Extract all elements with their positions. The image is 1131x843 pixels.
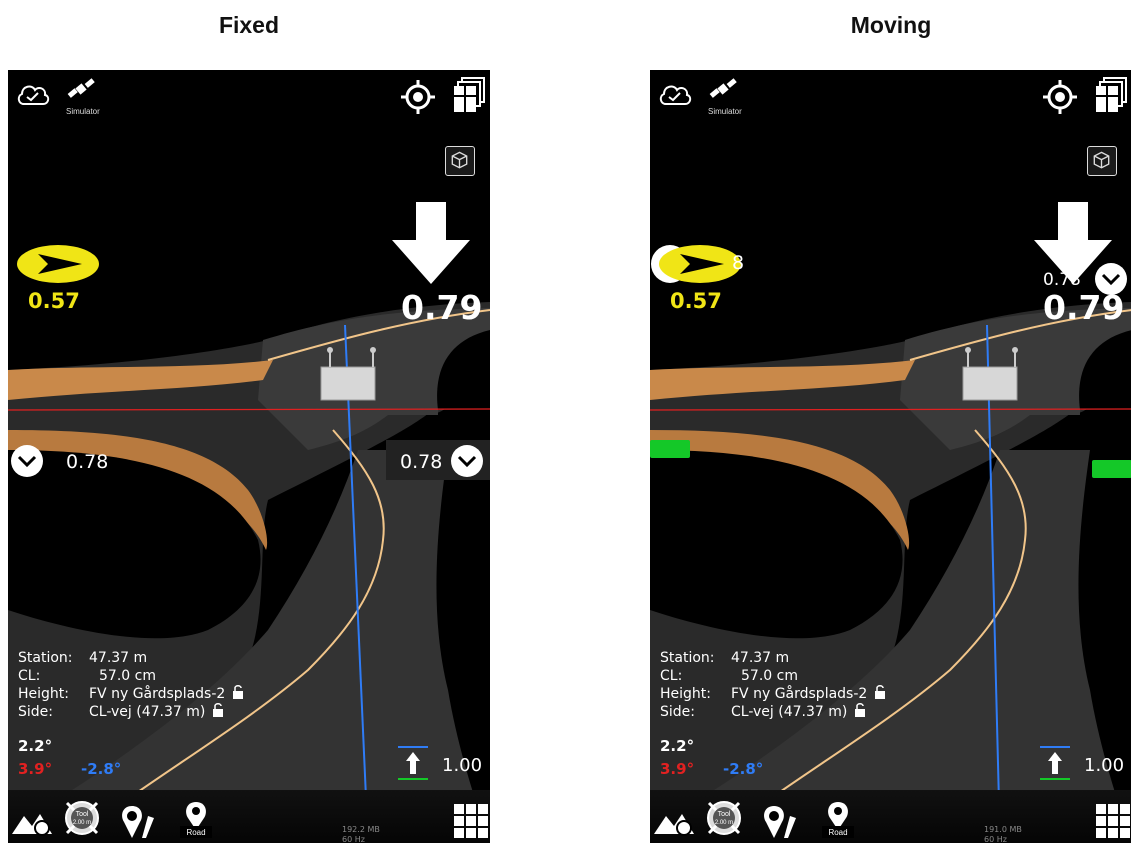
tool-label: Tool xyxy=(718,811,731,818)
app-screen-fixed: Simulator 0.79 0.57 0.78 0.78 Station: 4… xyxy=(8,70,490,843)
chevron-down-icon[interactable] xyxy=(450,444,484,478)
scale-up-icon[interactable] xyxy=(396,744,430,782)
memory-stats: 191.0 MB 60 Hz xyxy=(984,825,1022,843)
down-arrow-icon xyxy=(392,202,470,284)
simulator-label: Simulator xyxy=(708,107,742,116)
overlap-value: 0.78 xyxy=(1043,270,1081,290)
grid-menu-icon[interactable] xyxy=(454,804,488,838)
road-icon[interactable]: Road xyxy=(174,800,218,838)
layers-icon[interactable] xyxy=(452,76,486,114)
tool-label: Tool xyxy=(76,811,89,818)
right-grade-marker xyxy=(1092,460,1131,478)
station-label: Station: xyxy=(18,650,73,666)
tool-icon[interactable]: Tool 2.00 m xyxy=(64,800,100,836)
height-offset-value: 0.79 xyxy=(1043,288,1125,327)
scale-up-icon[interactable] xyxy=(1038,744,1072,782)
overlap-left-value: 8 xyxy=(732,252,745,274)
slope-top-value: 2.2° xyxy=(660,737,695,755)
road-label: Road xyxy=(828,828,847,837)
info-panel: Station: 47.37 m CL: 57.0 cm Height: FV ny … xyxy=(660,649,887,721)
unlock-icon[interactable] xyxy=(873,685,887,699)
cl-label: CL: xyxy=(660,668,683,684)
slope-red-value: 3.9° xyxy=(660,760,695,778)
left-grade-marker xyxy=(650,440,690,458)
side-value: CL-vej (47.37 m) xyxy=(731,704,848,720)
side-label: Side: xyxy=(18,704,53,720)
simulator-label: Simulator xyxy=(66,107,100,116)
chevron-down-icon[interactable] xyxy=(10,444,44,478)
cloud-check-icon[interactable] xyxy=(658,80,692,106)
slope-red-value: 3.9° xyxy=(18,760,53,778)
satellite-icon[interactable] xyxy=(66,76,96,104)
unlock-icon[interactable] xyxy=(231,685,245,699)
height-label: Height: xyxy=(660,686,711,702)
unlock-icon[interactable] xyxy=(853,703,867,717)
target-icon[interactable] xyxy=(401,80,435,114)
layers-icon[interactable] xyxy=(1094,76,1128,114)
station-value: 47.37 m xyxy=(89,650,148,666)
direction-arrow-icon[interactable] xyxy=(658,244,742,284)
side-value: CL-vej (47.37 m) xyxy=(89,704,206,720)
unlock-icon[interactable] xyxy=(211,703,225,717)
right-side-value: 0.78 xyxy=(400,451,443,473)
satellite-icon[interactable] xyxy=(708,76,738,104)
station-value: 47.37 m xyxy=(731,650,790,666)
app-screen-moving: Simulator 0.78 0.79 8 0.57 Station: 47.3… xyxy=(650,70,1131,843)
slope-blue-value: -2.8° xyxy=(723,760,764,778)
terrain-icon[interactable] xyxy=(654,804,694,838)
road-label: Road xyxy=(186,828,205,837)
height-value: FV ny Gårdsplads-2 xyxy=(89,686,226,702)
3d-scene[interactable] xyxy=(650,70,1131,843)
cl-label: CL: xyxy=(18,668,41,684)
panel-title-fixed: Fixed xyxy=(218,12,280,38)
left-side-value: 0.78 xyxy=(66,451,109,473)
cl-value: 57.0 cm xyxy=(741,668,798,684)
info-panel: Station: 47.37 m CL: 57.0 cm Height: FV ny … xyxy=(18,649,245,721)
scale-value: 1.00 xyxy=(442,755,483,776)
cloud-check-icon[interactable] xyxy=(16,80,50,106)
tool-icon[interactable]: Tool 2.00 m xyxy=(706,800,742,836)
height-value: FV ny Gårdsplads-2 xyxy=(731,686,868,702)
tool-size-label: 2.00 m xyxy=(715,820,733,826)
direction-value: 0.57 xyxy=(670,289,722,313)
panel-title-moving: Moving xyxy=(850,12,932,38)
tool-size-label: 2.00 m xyxy=(73,820,91,826)
road-icon[interactable]: Road xyxy=(816,800,860,838)
slope-blue-value: -2.8° xyxy=(81,760,122,778)
scale-value: 1.00 xyxy=(1084,755,1125,776)
station-label: Station: xyxy=(660,650,715,666)
height-label: Height: xyxy=(18,686,69,702)
direction-arrow-icon[interactable] xyxy=(16,244,100,284)
direction-value: 0.57 xyxy=(28,289,80,313)
cube-icon[interactable] xyxy=(1087,146,1117,176)
side-label: Side: xyxy=(660,704,695,720)
target-icon[interactable] xyxy=(1043,80,1077,114)
pin-edit-icon[interactable] xyxy=(760,804,800,840)
terrain-icon[interactable] xyxy=(12,804,52,838)
cube-icon[interactable] xyxy=(445,146,475,176)
grid-menu-icon[interactable] xyxy=(1096,804,1130,838)
slope-top-value: 2.2° xyxy=(18,737,53,755)
height-offset-value: 0.79 xyxy=(401,288,483,327)
cl-value: 57.0 cm xyxy=(99,668,156,684)
pin-edit-icon[interactable] xyxy=(118,804,158,840)
memory-stats: 192.2 MB 60 Hz xyxy=(342,825,380,843)
